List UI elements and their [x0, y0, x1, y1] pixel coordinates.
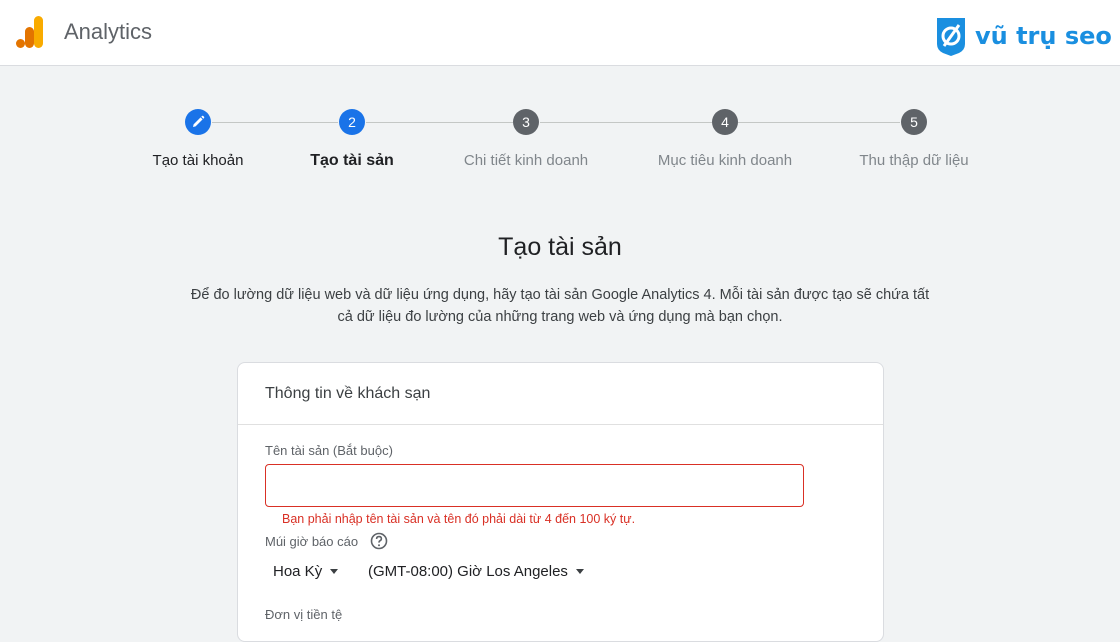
brand-text: vũ trụ seo — [975, 22, 1112, 50]
app-title: Analytics — [64, 19, 153, 44]
country-select[interactable]: Hoa Kỳ — [273, 563, 339, 580]
step-business-objectives[interactable]: 4 Mục tiêu kinh doanh — [625, 108, 825, 169]
step-label: Tạo tài sản — [310, 152, 394, 169]
page-description: Để đo lường dữ liệu web và dữ liệu ứng d… — [140, 284, 980, 328]
chevron-down-icon — [575, 569, 584, 574]
property-name-label: Tên tài sản (Bắt buộc) — [265, 443, 393, 458]
step-marker: 3 — [513, 109, 539, 135]
chevron-down-icon — [330, 569, 339, 574]
analytics-logo-icon[interactable] — [16, 16, 44, 48]
step-marker: 4 — [712, 109, 738, 135]
property-details-card: Thông tin về khách sạn Tên tài sản (Bắt … — [237, 362, 884, 642]
step-business-details[interactable]: 3 Chi tiết kinh doanh — [426, 108, 626, 169]
vutruseo-logo-icon — [937, 18, 965, 56]
help-circle-icon[interactable] — [370, 532, 388, 550]
description-line: cả dữ liệu đo lường của những trang web … — [337, 309, 783, 325]
card-title: Thông tin về khách sạn — [238, 363, 883, 425]
pencil-icon — [193, 115, 205, 127]
page-title: Tạo tài sản — [498, 233, 622, 261]
step-label: Mục tiêu kinh doanh — [657, 152, 793, 169]
timezone-select[interactable]: (GMT-08:00) Giờ Los Angeles — [368, 563, 584, 580]
currency-label: Đơn vị tiền tệ — [265, 607, 343, 622]
step-create-property[interactable]: 2 Tạo tài sản — [252, 108, 452, 170]
property-name-input[interactable] — [265, 464, 804, 507]
step-label: Chi tiết kinh doanh — [463, 152, 589, 169]
step-marker: 5 — [901, 109, 927, 135]
step-data-collection[interactable]: 5 Thu thập dữ liệu — [814, 108, 1014, 169]
country-value: Hoa Kỳ — [273, 563, 323, 580]
step-label: Thu thập dữ liệu — [859, 152, 969, 169]
step-marker — [185, 109, 211, 135]
timezone-value: (GMT-08:00) Giờ Los Angeles — [368, 563, 568, 580]
property-name-error: Bạn phải nhập tên tài sản và tên đó phải… — [282, 512, 636, 526]
timezone-label: Múi giờ báo cáo — [265, 534, 359, 549]
step-marker: 2 — [339, 109, 365, 135]
setup-stepper: Tạo tài khoản 2 Tạo tài sản 3 Chi tiết k… — [0, 108, 1120, 188]
top-app-bar: Analytics vũ trụ seo — [0, 0, 1120, 66]
description-line: Để đo lường dữ liệu web và dữ liệu ứng d… — [190, 287, 930, 303]
brand-logo: vũ trụ seo — [933, 16, 1112, 56]
